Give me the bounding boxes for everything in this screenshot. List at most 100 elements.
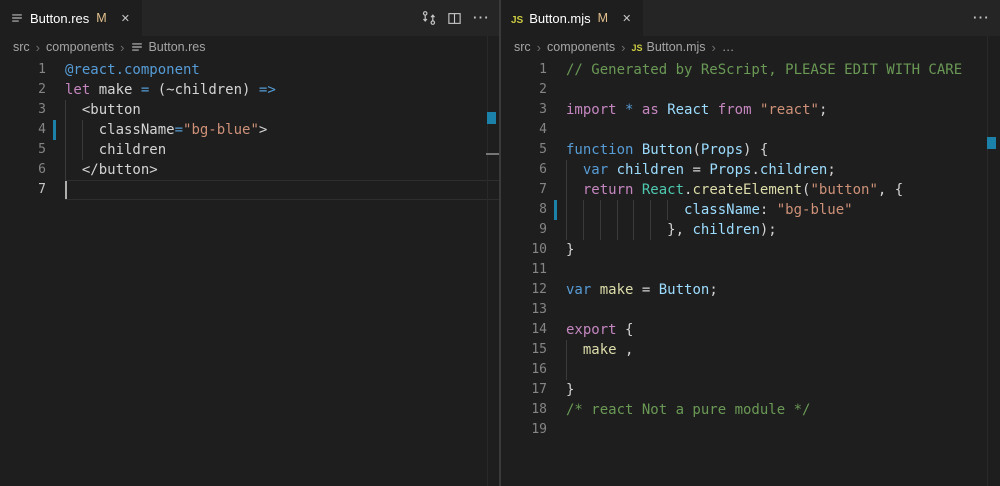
breadcrumb-item-src[interactable]: src (13, 40, 30, 54)
code-line-5[interactable]: 5 children (0, 140, 500, 160)
code-line-3[interactable]: 3 <button (0, 100, 500, 120)
code-line-11[interactable]: 11 (501, 260, 1000, 280)
breadcrumb-item-[interactable]: … (722, 40, 735, 54)
line-number: 16 (501, 360, 547, 380)
more-actions-button[interactable]: ⋯ (972, 13, 990, 23)
file-list-icon (10, 11, 24, 25)
code-line-6[interactable]: 6 var children = Props.children; (501, 160, 1000, 180)
indent-guide (566, 220, 567, 240)
git-modified-gutter-marker (53, 120, 56, 140)
tab-label: Button.mjs (529, 11, 590, 26)
line-number: 9 (501, 220, 547, 240)
code-line-10[interactable]: 10} (501, 240, 1000, 260)
overview-ruler-modified-marker (487, 112, 496, 124)
breadcrumb-separator: › (537, 40, 541, 55)
breadcrumb-item-button.res[interactable]: Button.res (130, 40, 205, 54)
line-number: 4 (501, 120, 547, 140)
compare-changes-button[interactable] (421, 10, 437, 26)
breadcrumb-item-components[interactable]: components (547, 40, 615, 54)
line-number: 5 (0, 140, 46, 160)
code-line-2[interactable]: 2 (501, 80, 1000, 100)
indent-guide (617, 220, 618, 240)
line-number: 8 (501, 200, 547, 220)
code-line-1[interactable]: 1@react.component (0, 60, 500, 80)
indent-guide (566, 200, 567, 220)
code-line-2[interactable]: 2let make = (~children) => (0, 80, 500, 100)
indent-guide (583, 200, 584, 220)
tab-bar: Button.res M ✕ ⋯ (0, 0, 500, 36)
breadcrumb-item-src[interactable]: src (514, 40, 531, 54)
close-icon[interactable]: ✕ (119, 11, 132, 26)
code-line-8[interactable]: 8 className: "bg-blue" (501, 200, 1000, 220)
indent-guide (82, 120, 83, 140)
indent-guide (633, 200, 634, 220)
line-number: 1 (501, 60, 547, 80)
tab-button-mjs[interactable]: JS Button.mjs M ✕ (501, 0, 643, 36)
line-number: 3 (0, 100, 46, 120)
indent-guide (65, 100, 66, 120)
line-number: 3 (501, 100, 547, 120)
git-modified-badge: M (96, 11, 106, 25)
tab-bar: JS Button.mjs M ✕ ⋯ (501, 0, 1000, 36)
indent-guide (65, 120, 66, 140)
breadcrumb: src›components›Button.res (0, 36, 500, 58)
indent-guide (65, 160, 66, 180)
code-line-14[interactable]: 14export { (501, 320, 1000, 340)
code-line-7[interactable]: 7 return React.createElement("button", { (501, 180, 1000, 200)
close-icon[interactable]: ✕ (620, 11, 633, 26)
git-modified-badge: M (598, 11, 608, 25)
more-actions-button[interactable]: ⋯ (472, 13, 490, 23)
line-number: 4 (0, 120, 46, 140)
line-number: 18 (501, 400, 547, 420)
indent-guide (633, 220, 634, 240)
line-number: 2 (0, 80, 46, 100)
line-number: 1 (0, 60, 46, 80)
indent-guide (600, 200, 601, 220)
code-editor-button-res[interactable]: 1@react.component2let make = (~children)… (0, 58, 500, 486)
breadcrumb-item-components[interactable]: components (46, 40, 114, 54)
code-line-17[interactable]: 17} (501, 380, 1000, 400)
code-line-1[interactable]: 1// Generated by ReScript, PLEASE EDIT W… (501, 60, 1000, 80)
indent-guide (566, 180, 567, 200)
editor-actions: ⋯ (421, 0, 500, 36)
code-line-7[interactable]: 7 (0, 180, 500, 200)
code-editor-button-mjs[interactable]: 1// Generated by ReScript, PLEASE EDIT W… (501, 58, 1000, 486)
code-line-16[interactable]: 16 (501, 360, 1000, 380)
line-number: 6 (501, 160, 547, 180)
line-number: 15 (501, 340, 547, 360)
git-modified-gutter-marker (554, 200, 557, 220)
editor-actions: ⋯ (972, 0, 1000, 36)
line-number: 19 (501, 420, 547, 440)
code-line-4[interactable]: 4 (501, 120, 1000, 140)
code-line-5[interactable]: 5function Button(Props) { (501, 140, 1000, 160)
breadcrumb-separator: › (712, 40, 716, 55)
breadcrumb-item-button.mjs[interactable]: JSButton.mjs (631, 40, 705, 54)
line-number: 13 (501, 300, 547, 320)
code-line-9[interactable]: 9 }, children); (501, 220, 1000, 240)
code-line-13[interactable]: 13 (501, 300, 1000, 320)
code-line-6[interactable]: 6 </button> (0, 160, 500, 180)
code-line-12[interactable]: 12var make = Button; (501, 280, 1000, 300)
code-line-18[interactable]: 18/* react Not a pure module */ (501, 400, 1000, 420)
editor-group-sash[interactable] (499, 0, 501, 486)
text-cursor (65, 181, 67, 199)
code-line-15[interactable]: 15 make , (501, 340, 1000, 360)
vscode-workbench: Button.res M ✕ ⋯ src › components › Button.r… (0, 0, 1000, 486)
line-number: 10 (501, 240, 547, 260)
code-line-3[interactable]: 3import * as React from "react"; (501, 100, 1000, 120)
indent-guide (566, 360, 567, 380)
indent-guide (65, 140, 66, 160)
indent-guide (566, 160, 567, 180)
tab-button-res[interactable]: Button.res M ✕ (0, 0, 142, 36)
js-icon: JS (631, 40, 642, 54)
code-line-19[interactable]: 19 (501, 420, 1000, 440)
indent-guide (82, 140, 83, 160)
breadcrumb-separator: › (621, 40, 625, 55)
code-line-4[interactable]: 4 className="bg-blue"> (0, 120, 500, 140)
breadcrumb-separator: › (120, 40, 124, 55)
js-icon: JS (511, 11, 523, 26)
overview-ruler-cursor-marker (486, 153, 499, 155)
split-editor-button[interactable] (447, 11, 462, 26)
editor-group-left: Button.res M ✕ ⋯ src›components›Button.r… (0, 0, 500, 486)
line-number: 17 (501, 380, 547, 400)
